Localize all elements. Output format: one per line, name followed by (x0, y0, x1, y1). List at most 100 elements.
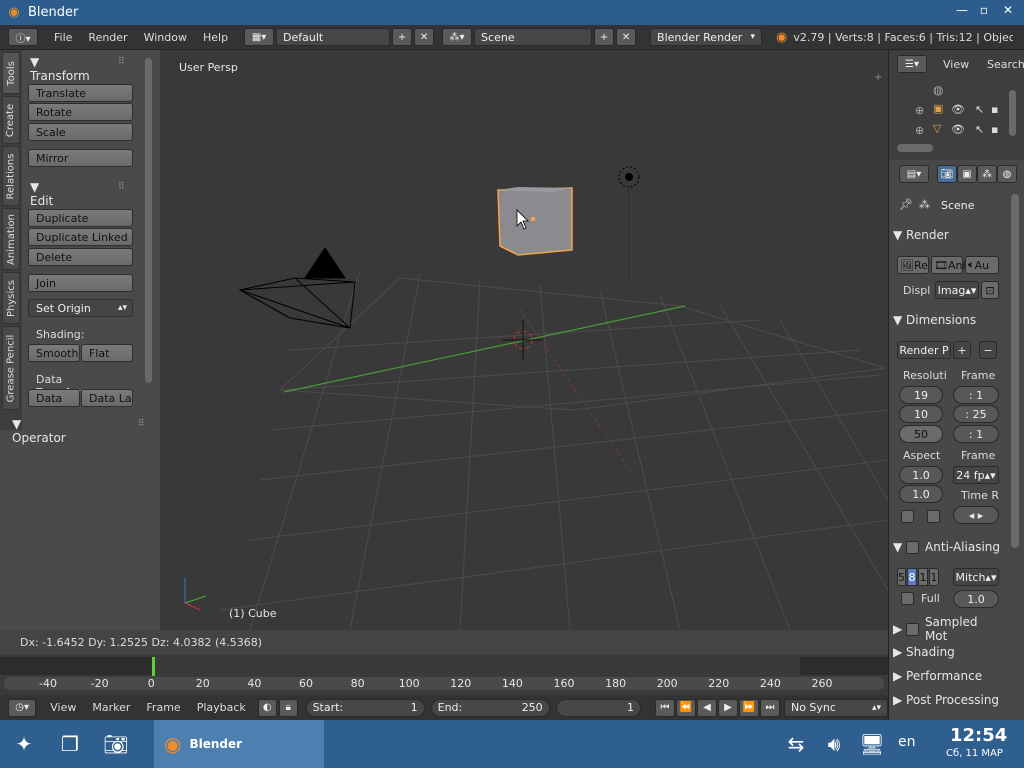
editor-type-timeline-icon[interactable]: ◷▾ (8, 698, 37, 717)
editor-type-outliner-icon[interactable]: ☰▾ (897, 55, 927, 73)
flat-button[interactable]: Flat (81, 344, 133, 362)
frame-step-field[interactable]: : 1 (953, 425, 999, 443)
border-checkbox[interactable] (901, 510, 914, 523)
aa-samples-16[interactable]: 1 (929, 568, 939, 586)
cube-item-icon[interactable]: ▽ (933, 122, 941, 135)
frame-rate-select[interactable]: 24 fp ▴▾ (953, 466, 999, 484)
visibility-eye-icon[interactable]: 👁︎ (951, 123, 965, 136)
display-mode-select[interactable]: Imag ▴▾ (935, 281, 979, 299)
camera-object[interactable] (238, 247, 356, 329)
expand-icon[interactable]: ⊕ (915, 104, 924, 117)
scene-field[interactable]: Scene (474, 28, 593, 46)
network-icon[interactable]: ⇆ (780, 729, 812, 759)
data-layout-button[interactable]: Data La (81, 389, 133, 407)
render-image-button[interactable]: 🖼︎ Re (897, 256, 929, 274)
menu-view[interactable]: View (42, 701, 84, 714)
menu-marker[interactable]: Marker (84, 701, 138, 714)
aspect-x-field[interactable]: 1.0 (899, 466, 943, 484)
timeline-cursor[interactable] (152, 657, 155, 676)
outliner-scrollbar[interactable] (897, 144, 933, 152)
taskbar-blender-item[interactable]: ◉ Blender (154, 720, 324, 768)
render-animation-button[interactable]: 🎞︎ Ani (931, 256, 966, 274)
remove-layout-icon[interactable]: ✕ (414, 28, 435, 46)
edit-panel-header[interactable]: ▼ Edit (30, 180, 53, 208)
timeline-scrollbar[interactable] (4, 677, 884, 690)
resolution-x-field[interactable]: 19 (899, 386, 943, 404)
dimensions-panel-header[interactable]: ▼ Dimensions (893, 309, 1003, 331)
post-processing-panel-header[interactable]: ▶ Post Processing (893, 689, 1003, 711)
resolution-percent-field[interactable]: 50 (899, 425, 943, 443)
outliner-vscrollbar[interactable] (1009, 90, 1016, 136)
shading-panel-header[interactable]: ▶ Shading (893, 641, 1003, 663)
timeline-area[interactable]: -40 -20 0 20 40 60 80 100 120 140 160 180 200 220 240 2… (0, 655, 888, 695)
menu-help[interactable]: Help (195, 31, 236, 44)
tab-create[interactable]: Create (2, 96, 20, 144)
remove-preset-icon[interactable]: − (979, 341, 997, 359)
resolution-y-field[interactable]: 10 (899, 405, 943, 423)
scene-icon[interactable]: ⁂▾ (442, 28, 473, 46)
menu-render[interactable]: Render (80, 31, 135, 44)
sampled-motion-panel-header[interactable]: ▶ Sampled Mot (893, 615, 1003, 643)
keyboard-language[interactable]: en (898, 734, 916, 750)
add-preset-icon[interactable]: + (953, 341, 971, 359)
expand-icon[interactable]: ⊕ (915, 124, 924, 137)
pin-icon[interactable]: 📌︎ (899, 198, 913, 211)
end-frame-field[interactable]: End: 250 (430, 698, 550, 717)
display-icon[interactable]: 🖥︎ (856, 729, 888, 759)
menu-file[interactable]: File (46, 31, 80, 44)
editor-type-properties-icon[interactable]: ▤▾ (899, 165, 929, 183)
render-panel-header[interactable]: ▼ Render (893, 224, 1003, 246)
sync-mode-select[interactable]: No Sync ▴▾ (783, 698, 889, 717)
aa-samples-11[interactable]: 1 (918, 568, 928, 586)
screen-layout-icon[interactable]: ▦▾ (244, 28, 275, 46)
frame-end-field[interactable]: : 25 (953, 405, 999, 423)
select-arrow-icon[interactable]: ↖ (975, 123, 984, 136)
aa-samples-8[interactable]: 8 (907, 568, 917, 586)
menu-frame[interactable]: Frame (138, 701, 188, 714)
mirror-button[interactable]: Mirror (28, 149, 133, 167)
motion-blur-checkbox[interactable] (906, 622, 919, 636)
render-engine-select[interactable]: Blender Render ▾ (650, 28, 763, 46)
render-camera-icon[interactable]: ▪ (991, 123, 998, 136)
add-layout-icon[interactable]: + (392, 28, 413, 46)
frame-start-field[interactable]: : 1 (953, 386, 999, 404)
jump-end-icon[interactable]: ⏭ (759, 698, 780, 717)
select-arrow-icon[interactable]: ↖ (975, 103, 984, 116)
lock-interface-icon[interactable]: ⊡ (981, 281, 999, 299)
tab-animation[interactable]: Animation (2, 208, 20, 270)
delete-button[interactable]: Delete (28, 248, 133, 266)
smooth-button[interactable]: Smooth (28, 344, 80, 362)
3d-cursor[interactable] (503, 320, 543, 360)
rotate-button[interactable]: Rotate (28, 103, 133, 121)
panel-grip-icon[interactable]: ⠿ (138, 419, 145, 429)
viewport-corner-plus-icon[interactable]: + (874, 72, 882, 83)
time-remap-field[interactable]: ◂ ▸ (953, 506, 999, 524)
remove-scene-icon[interactable]: ✕ (616, 28, 637, 46)
jump-keyframe-forward-icon[interactable]: ⏩ (738, 698, 759, 717)
play-reverse-icon[interactable]: ◀ (696, 698, 717, 717)
lamp-object[interactable] (618, 166, 640, 280)
render-tab-icon[interactable]: 📷︎ (937, 165, 957, 183)
aa-samples-5[interactable]: 5 (897, 568, 906, 586)
panel-grip-icon[interactable]: ⠿ (118, 182, 125, 192)
start-menu-icon[interactable]: ✦ (8, 729, 40, 759)
render-camera-icon[interactable]: ▪ (991, 103, 998, 116)
render-audio-button[interactable]: 🔈︎ Au (965, 256, 999, 274)
scale-button[interactable]: Scale (28, 123, 133, 141)
jump-keyframe-back-icon[interactable]: ⏪ (675, 698, 696, 717)
lock-icon[interactable]: 🔒︎ (278, 698, 298, 717)
full-sample-checkbox[interactable] (901, 592, 914, 605)
menu-window[interactable]: Window (136, 31, 195, 44)
performance-panel-header[interactable]: ▶ Performance (893, 665, 1003, 687)
minimize-button[interactable]: — (952, 3, 972, 21)
tab-tools[interactable]: Tools (2, 52, 20, 94)
properties-scrollbar[interactable] (1011, 194, 1019, 548)
panel-grip-icon[interactable]: ⠿ (118, 57, 125, 67)
operator-panel-header[interactable]: ▼ Operator (12, 417, 66, 445)
render-presets-select[interactable]: Render P (897, 341, 951, 359)
anti-aliasing-panel-header[interactable]: ▼ Anti-Aliasing (893, 536, 1003, 558)
transform-panel-header[interactable]: ▼ Transform (30, 55, 90, 83)
duplicate-button[interactable]: Duplicate (28, 209, 133, 227)
aa-filter-select[interactable]: Mitch ▴▾ (953, 568, 999, 586)
screenshot-tool-icon[interactable]: 📷︎ (100, 729, 132, 759)
